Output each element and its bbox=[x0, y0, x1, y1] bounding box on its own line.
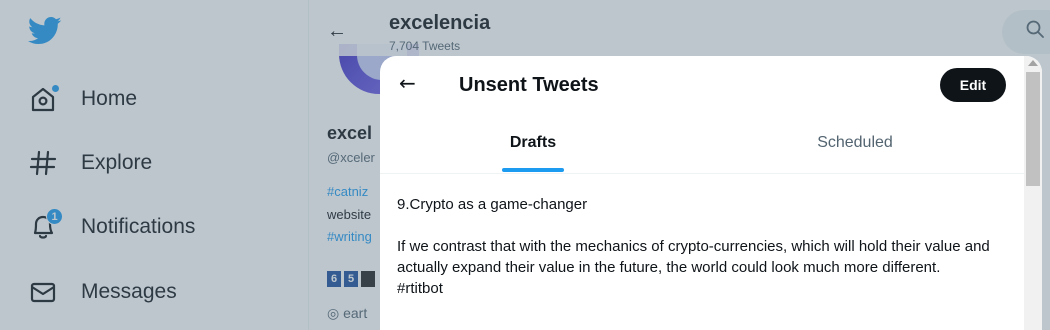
scroll-up-arrow-icon[interactable] bbox=[1028, 60, 1038, 66]
modal-tabs: Drafts Scheduled bbox=[380, 112, 1024, 174]
draft-paragraph: If we contrast that with the mechanics o… bbox=[397, 238, 990, 276]
tab-drafts[interactable]: Drafts bbox=[380, 112, 686, 174]
scrollbar-thumb[interactable] bbox=[1026, 72, 1040, 186]
modal-scrollbar[interactable] bbox=[1024, 56, 1042, 330]
draft-heading: 9.Crypto as a game-changer bbox=[397, 196, 588, 213]
tab-scheduled[interactable]: Scheduled bbox=[686, 112, 1024, 174]
back-arrow-icon[interactable]: ← bbox=[399, 71, 416, 95]
active-tab-indicator bbox=[502, 168, 564, 172]
modal-title: Unsent Tweets bbox=[459, 74, 599, 96]
unsent-tweets-modal: ← Unsent Tweets Edit Drafts Scheduled 9.… bbox=[380, 56, 1042, 330]
draft-hashtag: #rtitbot bbox=[397, 280, 443, 297]
edit-button[interactable]: Edit bbox=[940, 68, 1006, 102]
draft-tweet[interactable]: 9.Crypto as a game-changer If we contras… bbox=[397, 194, 1007, 299]
